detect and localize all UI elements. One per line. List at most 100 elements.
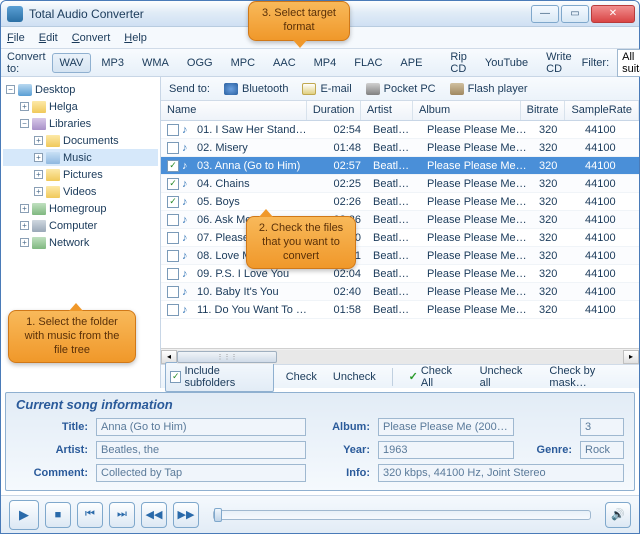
tree-expand-icon[interactable]: + [20,102,29,111]
menu-edit[interactable]: Edit [39,32,58,44]
track-value[interactable]: 3 [580,418,624,436]
file-row[interactable]: ♪11. Do You Want To …01:58Beatles…Please… [161,301,639,319]
col-name[interactable]: Name [161,101,307,120]
format-wma-button[interactable]: WMA [134,53,177,73]
check-by-mask-button[interactable]: Check by mask… [545,363,635,391]
list-header[interactable]: Name Duration Artist Album Bitrate Sampl… [161,101,639,121]
uncheck-all-button[interactable]: Uncheck all [476,363,538,391]
filter-dropdown[interactable]: All suitab [617,49,640,77]
title-value[interactable]: Anna (Go to Him) [96,418,306,436]
col-duration[interactable]: Duration [307,101,361,120]
minimize-button[interactable]: — [531,5,559,23]
tree-expand-icon[interactable]: + [34,187,43,196]
send-bluetooth[interactable]: Bluetooth [224,83,288,95]
prev-button[interactable]: ⏮ [77,502,103,528]
stop-button[interactable]: ■ [45,502,71,528]
row-checkbox[interactable]: ✓ [167,196,179,208]
tree-item-network[interactable]: +Network [3,234,158,251]
maximize-button[interactable]: ▭ [561,5,589,23]
col-artist[interactable]: Artist [361,101,413,120]
tree-item-desktop[interactable]: −Desktop [3,81,158,98]
row-checkbox[interactable]: ✓ [167,178,179,190]
genre-value[interactable]: Rock [580,441,624,459]
row-checkbox[interactable]: ✓ [167,160,179,172]
scroll-right-button[interactable]: ▸ [623,350,639,364]
tree-expand-icon[interactable]: + [34,153,43,162]
send-email[interactable]: E-mail [302,83,351,95]
row-checkbox[interactable] [167,286,179,298]
format-ogg-button[interactable]: OGG [179,53,221,73]
format-mp4-button[interactable]: MP4 [306,53,345,73]
format-aac-button[interactable]: AAC [265,53,304,73]
uncheck-button[interactable]: Uncheck [329,369,380,385]
row-checkbox[interactable] [167,250,179,262]
file-row[interactable]: ♪09. P.S. I Love You02:04Beatles…Please … [161,265,639,283]
comment-value[interactable]: Collected by Tap [96,464,306,482]
col-samplerate[interactable]: SampleRate [565,101,639,120]
file-row[interactable]: ♪08. Love Me02:21Beatles…Please Please M… [161,247,639,265]
write-cd-button[interactable]: Write CD [538,47,579,79]
col-album[interactable]: Album [413,101,521,120]
youtube-button[interactable]: YouTube [477,53,536,73]
scroll-track[interactable]: ⋮⋮⋮ [177,350,623,364]
tree-item-pictures[interactable]: +Pictures [3,166,158,183]
check-all-button[interactable]: ✓Check All [405,363,468,391]
tree-item-music[interactable]: +Music [3,149,158,166]
menu-convert[interactable]: Convert [72,32,111,44]
file-row[interactable]: ✓♪03. Anna (Go to Him)02:57Beatles…Pleas… [161,157,639,175]
menu-file[interactable]: File [7,32,25,44]
play-button[interactable]: ▶ [9,500,39,530]
tree-item-computer[interactable]: +Computer [3,217,158,234]
tree-expand-icon[interactable]: + [20,204,29,213]
row-checkbox[interactable] [167,304,179,316]
file-row[interactable]: ♪06. Ask Me02:26Beatles…Please Please Me… [161,211,639,229]
tree-expand-icon[interactable]: + [20,238,29,247]
seek-slider[interactable] [213,510,591,520]
format-ape-button[interactable]: APE [392,53,430,73]
file-row[interactable]: ✓♪05. Boys02:26Beatles…Please Please Me … [161,193,639,211]
year-value[interactable]: 1963 [378,441,514,459]
album-value[interactable]: Please Please Me (2009 Stereo [378,418,514,436]
include-subfolders-toggle[interactable]: ✓Include subfolders [165,362,274,392]
file-row[interactable]: ♪01. I Saw Her Stand…02:54Beatles…Please… [161,121,639,139]
horizontal-scrollbar[interactable]: ◂ ⋮⋮⋮ ▸ [161,348,639,364]
volume-button[interactable]: 🔊 [605,502,631,528]
file-row[interactable]: ✓♪04. Chains02:25Beatles…Please Please M… [161,175,639,193]
file-row[interactable]: ♪07. Please Pl02:00Beatles…Please Please… [161,229,639,247]
artist-value[interactable]: Beatles, the [96,441,306,459]
row-checkbox[interactable] [167,124,179,136]
next-button[interactable]: ⏭ [109,502,135,528]
send-pocketpc[interactable]: Pocket PC [366,83,436,95]
tree-expand-icon[interactable]: + [34,136,43,145]
file-row[interactable]: ♪10. Baby It's You02:40Beatles…Please Pl… [161,283,639,301]
file-list[interactable]: Name Duration Artist Album Bitrate Sampl… [161,101,639,348]
tree-expand-icon[interactable]: − [20,119,29,128]
check-button[interactable]: Check [282,369,321,385]
send-flash[interactable]: Flash player [450,83,528,95]
file-row[interactable]: ♪02. Misery01:48Beatles…Please Please Me… [161,139,639,157]
col-bitrate[interactable]: Bitrate [521,101,566,120]
tree-expand-icon[interactable]: + [34,170,43,179]
forward-button[interactable]: ▶▶ [173,502,199,528]
tree-expand-icon[interactable]: + [20,221,29,230]
menu-help[interactable]: Help [124,32,147,44]
tree-item-libraries[interactable]: −Libraries [3,115,158,132]
format-wav-button[interactable]: WAV [52,53,92,73]
rewind-button[interactable]: ◀◀ [141,502,167,528]
scroll-thumb[interactable]: ⋮⋮⋮ [177,351,277,363]
rip-cd-button[interactable]: Rip CD [442,47,475,79]
row-checkbox[interactable] [167,232,179,244]
format-mpc-button[interactable]: MPC [223,53,263,73]
tree-item-helga[interactable]: +Helga [3,98,158,115]
tree-item-documents[interactable]: +Documents [3,132,158,149]
format-mp3-button[interactable]: MP3 [93,53,132,73]
tree-expand-icon[interactable]: − [6,85,15,94]
row-checkbox[interactable] [167,214,179,226]
row-checkbox[interactable] [167,268,179,280]
tree-item-videos[interactable]: +Videos [3,183,158,200]
tree-item-homegroup[interactable]: +Homegroup [3,200,158,217]
close-button[interactable]: ✕ [591,5,635,23]
row-checkbox[interactable] [167,142,179,154]
format-flac-button[interactable]: FLAC [346,53,390,73]
seek-knob[interactable] [214,508,222,522]
